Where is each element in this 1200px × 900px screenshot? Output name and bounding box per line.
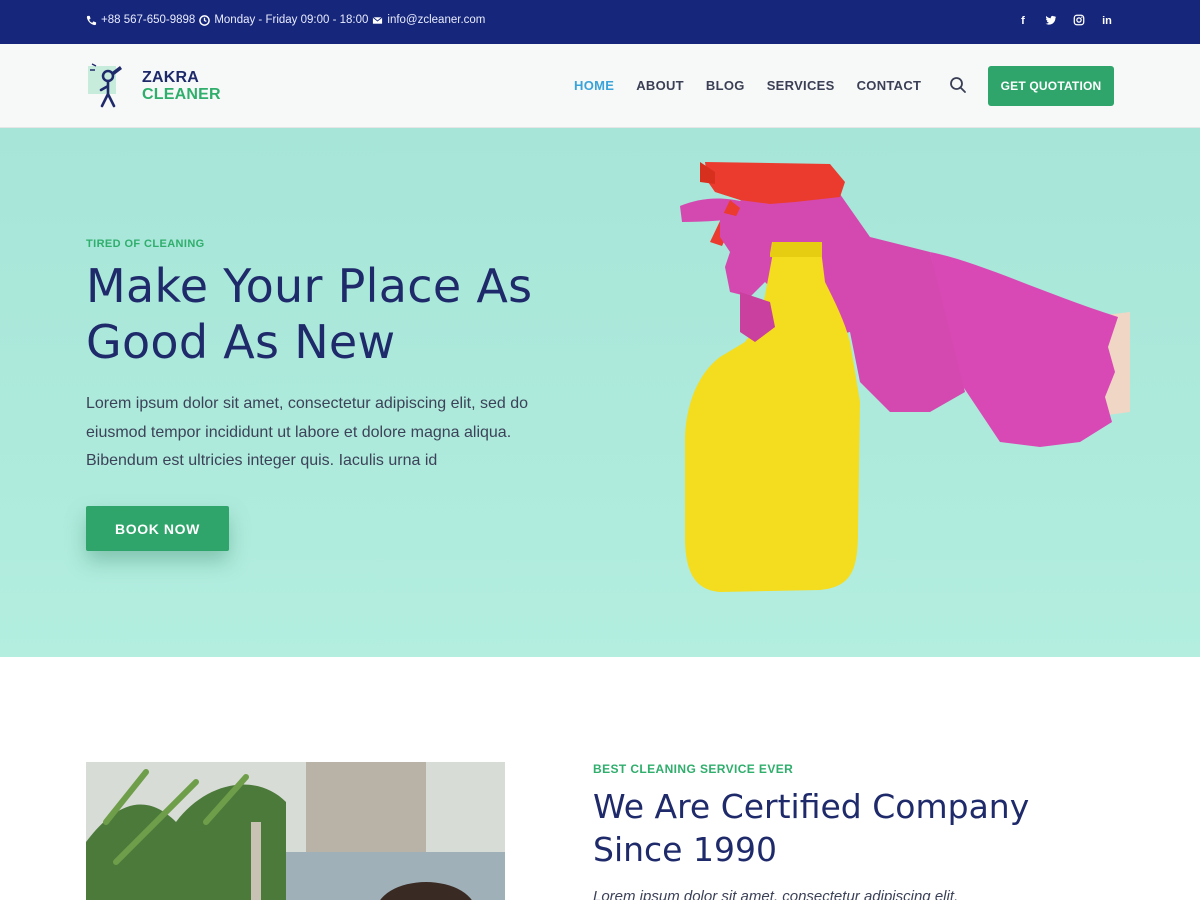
about-title-line2: Since 1990	[593, 830, 777, 869]
book-now-button[interactable]: BOOK NOW	[86, 506, 229, 551]
nav-blog[interactable]: BLOG	[706, 78, 745, 93]
twitter-icon[interactable]	[1044, 14, 1058, 28]
logo-mark-icon	[88, 63, 122, 108]
hero-title-line1: Make Your Place As	[86, 259, 533, 313]
spray-bottle-glove-image	[680, 162, 1130, 592]
plant-window-image	[86, 762, 505, 900]
hero-title-line2: Good As New	[86, 315, 396, 369]
instagram-icon[interactable]	[1072, 14, 1086, 28]
logo-text-line1: ZAKRA	[142, 69, 199, 86]
search-icon[interactable]	[949, 76, 967, 94]
about-title-line1: We Are Certified Company	[593, 787, 1030, 826]
hero-lead-line3: Bibendum est ultricies integer quis. Iac…	[86, 452, 438, 469]
logo-text-line2: CLEANER	[142, 86, 221, 103]
clock-icon	[199, 14, 211, 26]
nav-home[interactable]: HOME	[574, 78, 614, 93]
phone-number[interactable]: +88 567-650-9898	[101, 14, 195, 26]
phone-icon	[86, 15, 97, 25]
site-logo[interactable]: ZAKRA CLEANER	[86, 60, 221, 112]
site-header: ZAKRA CLEANER HOME ABOUT BLOG SERVICES C…	[0, 44, 1200, 128]
about-paragraph: Lorem ipsum dolor sit amet, consectetur …	[593, 888, 959, 900]
social-links: f in	[1016, 14, 1114, 28]
facebook-icon[interactable]: f	[1016, 14, 1030, 28]
top-bar: +88 567-650-9898 Monday - Friday 09:00 -…	[0, 0, 1200, 44]
linkedin-icon[interactable]: in	[1100, 14, 1114, 28]
business-hours: Monday - Friday 09:00 - 18:00	[214, 14, 369, 26]
cleaning-photo-image	[86, 762, 505, 900]
nav-about[interactable]: ABOUT	[636, 78, 684, 93]
main-nav: HOME ABOUT BLOG SERVICES CONTACT	[574, 78, 921, 93]
hero-section: TIRED OF CLEANING Make Your Place As Goo…	[0, 128, 1200, 657]
email-address[interactable]: info@zcleaner.com	[387, 14, 485, 26]
envelope-icon	[373, 16, 383, 24]
contact-info: +88 567-650-9898 Monday - Friday 09:00 -…	[86, 14, 485, 26]
hero-lead: Lorem ipsum dolor sit amet, consectetur …	[86, 390, 606, 476]
hero-eyebrow: TIRED OF CLEANING	[86, 238, 205, 250]
hero-lead-line1: Lorem ipsum dolor sit amet, consectetur …	[86, 395, 528, 412]
about-title: We Are Certified Company Since 1990	[593, 785, 1113, 871]
about-eyebrow: BEST CLEANING SERVICE EVER	[593, 762, 794, 776]
hero-lead-line2: eiusmod tempor incididunt ut labore et d…	[86, 423, 512, 441]
hero-title: Make Your Place As Good As New	[86, 258, 606, 370]
nav-contact[interactable]: CONTACT	[857, 78, 922, 93]
nav-services[interactable]: SERVICES	[767, 78, 835, 93]
get-quotation-button[interactable]: GET QUOTATION	[988, 66, 1114, 106]
